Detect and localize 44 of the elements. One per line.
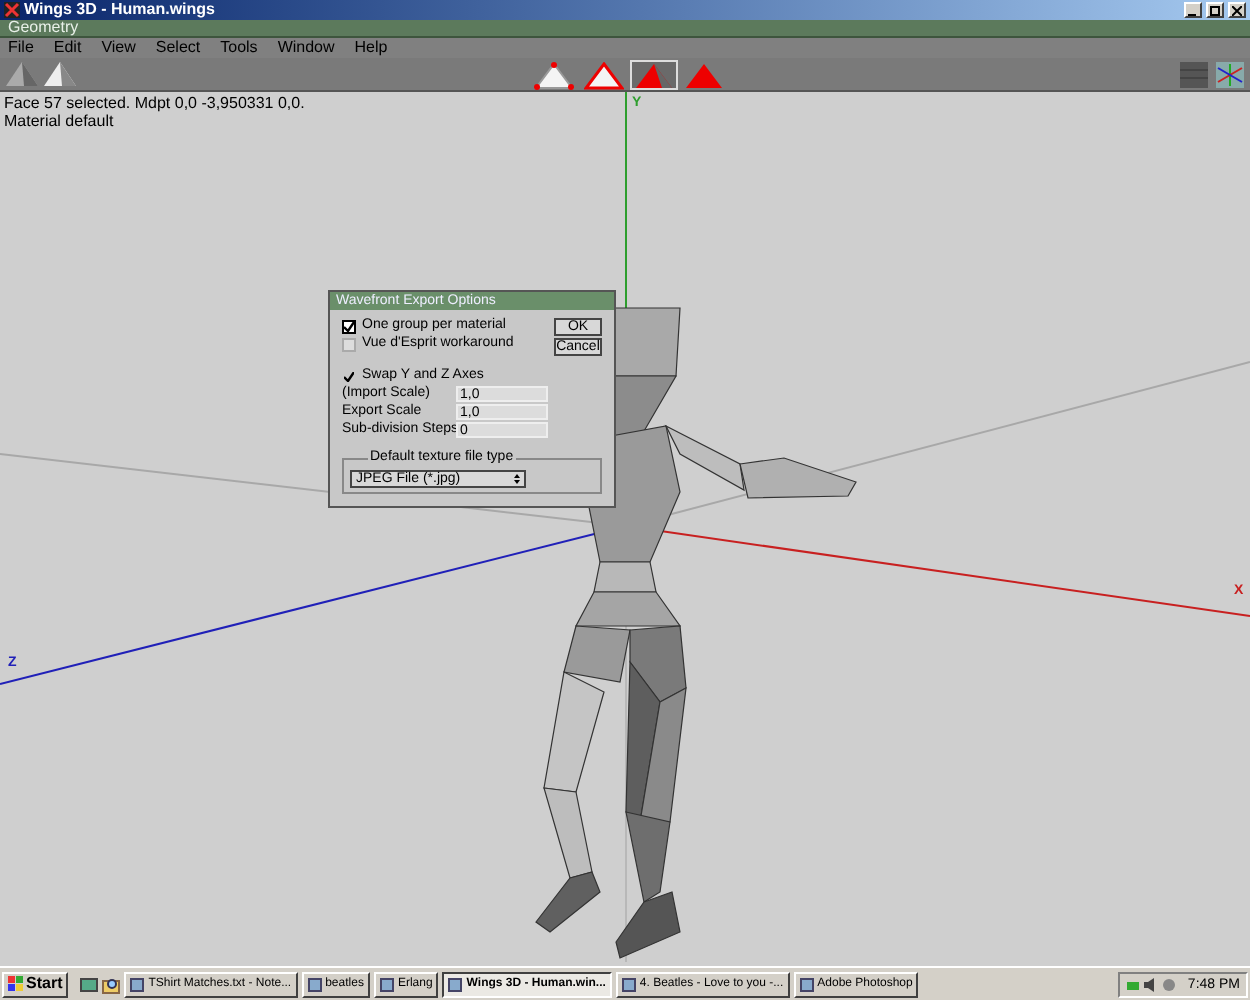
geometry-title: Geometry (8, 20, 79, 36)
axes-view-icon[interactable] (1216, 61, 1244, 87)
smooth-pyramid-icon[interactable] (6, 61, 38, 87)
window-icon (130, 977, 145, 991)
speaker-icon[interactable] (1143, 977, 1158, 991)
edge-mode-icon (583, 61, 623, 89)
close-button[interactable] (1228, 2, 1246, 18)
menu-item[interactable]: Tools (220, 40, 258, 56)
window-icon (448, 977, 463, 991)
vertex-mode-icon (533, 61, 573, 89)
close-icon (1232, 5, 1242, 15)
flat-pyramid-icon[interactable] (44, 61, 76, 87)
selection-mode-button[interactable] (579, 59, 627, 89)
checker-view-icon[interactable] (1180, 61, 1208, 87)
folder-search-icon[interactable] (102, 975, 121, 993)
app-logo-icon (4, 2, 20, 18)
status-text: Material default (4, 112, 114, 130)
check-icon (344, 371, 354, 381)
window-icon (307, 977, 322, 991)
menu-item[interactable]: Window (277, 40, 335, 56)
minimize-button[interactable] (1184, 2, 1202, 18)
maximize-button[interactable] (1206, 2, 1224, 18)
menu-item[interactable]: Edit (53, 40, 82, 56)
check-icon (344, 321, 354, 331)
menu-item[interactable]: Select (155, 40, 201, 56)
menu-item[interactable]: View (101, 40, 136, 56)
swap-checkbox[interactable] (342, 369, 356, 383)
selection-mode-button[interactable] (529, 59, 577, 89)
window-title: Wings 3D - Human.wings (24, 2, 215, 18)
maximize-icon (1210, 5, 1220, 15)
selection-mode-button[interactable] (629, 59, 677, 89)
window-icon (379, 977, 394, 991)
updown-arrow-icon (514, 474, 520, 484)
face-mode-icon (633, 61, 673, 89)
menu-item[interactable]: File (8, 40, 34, 56)
checkbox[interactable] (342, 337, 356, 351)
desktop-icon[interactable] (80, 975, 99, 993)
status-text: Face 57 selected. Mdpt 0,0 -3,950331 0,0. (4, 94, 305, 112)
window-icon (799, 977, 814, 991)
windows-logo-icon (8, 976, 24, 992)
start-button[interactable]: Start (2, 971, 69, 997)
menu-item[interactable]: Help (354, 40, 388, 56)
checkbox[interactable] (342, 319, 356, 333)
window-icon (621, 977, 636, 991)
